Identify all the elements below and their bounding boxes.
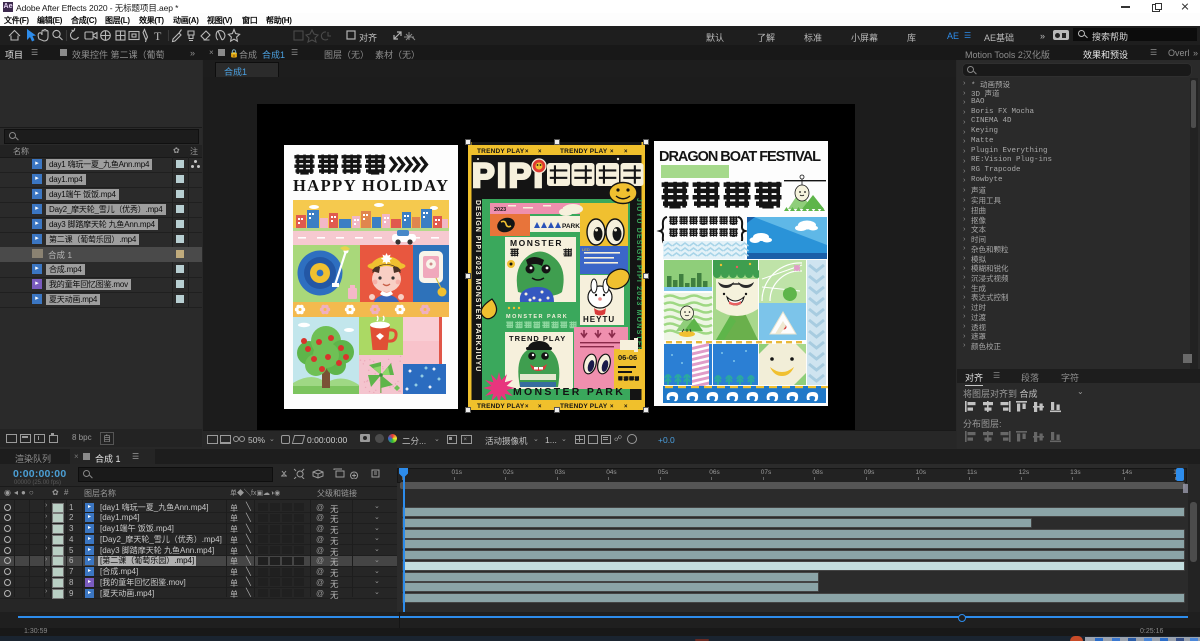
svg-text:DRAGON BOAT FESTIVAL: DRAGON BOAT FESTIVAL (659, 149, 821, 165)
svg-text:MONSTER PARK: MONSTER PARK (506, 314, 568, 320)
svg-text:×: × (525, 149, 529, 155)
svg-text:DESIGN PIPI 2023 MONSTER PARKJ: DESIGN PIPI 2023 MONSTER PARKJIUYU (474, 200, 481, 372)
svg-text:×: × (525, 404, 529, 410)
svg-text:×: × (624, 404, 628, 410)
svg-text:MONSTER: MONSTER (510, 238, 563, 248)
svg-text:HEYTU: HEYTU (583, 315, 615, 324)
svg-text:TRENDY PLAY: TRENDY PLAY (477, 403, 525, 410)
svg-text:HAPPY HOLIDAY: HAPPY HOLIDAY (293, 176, 448, 195)
svg-text:×: × (610, 149, 614, 155)
svg-text:PARK: PARK (562, 223, 580, 230)
svg-text:TRENDY PLAY: TRENDY PLAY (560, 403, 608, 410)
svg-text:×: × (624, 149, 628, 155)
svg-text:T: T (154, 29, 162, 43)
svg-text:MONSTER PARK: MONSTER PARK (513, 386, 624, 398)
svg-text:×: × (538, 149, 542, 155)
svg-text:×: × (538, 404, 542, 410)
svg-text:2023: 2023 (494, 207, 506, 213)
svg-text:TRENDY PLAY: TRENDY PLAY (560, 148, 608, 155)
svg-text:LED: LED (582, 247, 590, 252)
svg-text:TRENDY PLAY: TRENDY PLAY (477, 148, 525, 155)
svg-text:×: × (610, 404, 614, 410)
svg-text:06-06: 06-06 (618, 353, 637, 362)
